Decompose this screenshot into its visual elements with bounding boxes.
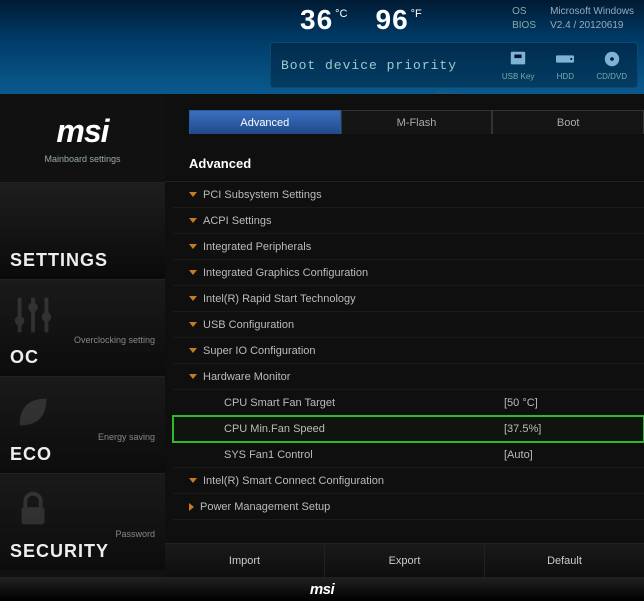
caret-down-icon: [189, 270, 197, 275]
os-value: Microsoft Windows: [550, 5, 634, 19]
temp-f-unit: °F: [411, 8, 422, 20]
brand-tagline: Mainboard settings: [44, 154, 120, 164]
caret-down-icon: [189, 192, 197, 197]
item-power-management[interactable]: Power Management Setup: [173, 494, 644, 520]
sidebar: msi Mainboard settings SETTINGS Overcloc…: [0, 94, 165, 577]
panel-title: Advanced: [189, 156, 644, 171]
caret-down-icon: [189, 374, 197, 379]
main-panel: Advanced M-Flash Boot Advanced PCI Subsy…: [165, 94, 644, 577]
sidebar-item-security[interactable]: Password SECURITY: [0, 473, 165, 570]
bottom-logo: msi: [310, 581, 334, 598]
temp-celsius: 36 °C: [300, 4, 348, 36]
sidebar-label-oc: OC: [10, 347, 155, 368]
item-integrated-peripherals[interactable]: Integrated Peripherals: [173, 234, 644, 260]
disc-icon: [601, 50, 623, 70]
caret-down-icon: [189, 478, 197, 483]
temp-c-value: 36: [300, 4, 333, 36]
boot-device-usb[interactable]: USB Key: [502, 50, 534, 81]
tab-boot[interactable]: Boot: [492, 110, 644, 134]
boot-hdd-label: HDD: [557, 72, 574, 81]
caret-right-icon: [189, 503, 194, 511]
boot-priority-label: Boot device priority: [281, 58, 482, 73]
boot-cd-label: CD/DVD: [596, 72, 627, 81]
tab-advanced[interactable]: Advanced: [189, 110, 341, 134]
top-status-bar: 36 °C 96 °F OS Microsoft Windows BIOS V2…: [0, 0, 644, 94]
default-button[interactable]: Default: [485, 544, 644, 577]
sidebar-item-oc[interactable]: Overclocking setting OC: [0, 279, 165, 376]
item-pci-subsystem[interactable]: PCI Subsystem Settings: [173, 182, 644, 208]
item-usb-config[interactable]: USB Configuration: [173, 312, 644, 338]
temperature-block: 36 °C 96 °F: [300, 4, 422, 36]
bios-version: V2.4 / 20120619: [550, 19, 623, 33]
value-cpu-smart-fan-target: [50 °C]: [504, 397, 584, 409]
usb-icon: [507, 50, 529, 70]
boot-usb-label: USB Key: [502, 72, 534, 81]
boot-priority-bar: Boot device priority USB Key HDD CD/DVD: [270, 42, 638, 88]
import-button[interactable]: Import: [165, 544, 325, 577]
brand-logo: msi: [56, 113, 108, 150]
item-rapid-start[interactable]: Intel(R) Rapid Start Technology: [173, 286, 644, 312]
boot-device-icons: USB Key HDD CD/DVD: [502, 50, 627, 81]
sliders-icon: [10, 292, 56, 343]
sidebar-label-eco: ECO: [10, 444, 155, 465]
system-info: OS Microsoft Windows BIOS V2.4 / 2012061…: [512, 5, 634, 33]
item-sys-fan1-control[interactable]: SYS Fan1 Control[Auto]: [173, 442, 644, 468]
item-hardware-monitor[interactable]: Hardware Monitor: [173, 364, 644, 390]
item-super-io[interactable]: Super IO Configuration: [173, 338, 644, 364]
sidebar-item-eco[interactable]: Energy saving ECO: [0, 376, 165, 473]
sidebar-label-security: SECURITY: [10, 541, 155, 562]
value-sys-fan1-control: [Auto]: [504, 449, 584, 461]
caret-down-icon: [189, 244, 197, 249]
export-button[interactable]: Export: [325, 544, 485, 577]
item-cpu-smart-fan-target[interactable]: CPU Smart Fan Target[50 °C]: [173, 390, 644, 416]
leaf-icon: [10, 389, 56, 440]
temp-f-value: 96: [376, 4, 409, 36]
bios-label: BIOS: [512, 19, 540, 33]
caret-down-icon: [189, 296, 197, 301]
temp-c-unit: °C: [335, 8, 347, 20]
hdd-icon: [554, 50, 576, 70]
value-cpu-min-fan-speed: [37.5%]: [504, 423, 584, 435]
lock-icon: [10, 486, 56, 537]
item-cpu-min-fan-speed[interactable]: CPU Min.Fan Speed[37.5%]: [173, 416, 644, 442]
sidebar-label-settings: SETTINGS: [10, 250, 155, 271]
brand-logo-box: msi Mainboard settings: [0, 94, 165, 182]
item-smart-connect[interactable]: Intel(R) Smart Connect Configuration: [173, 468, 644, 494]
tab-strip: Advanced M-Flash Boot: [189, 110, 644, 138]
caret-down-icon: [189, 348, 197, 353]
item-integrated-graphics[interactable]: Integrated Graphics Configuration: [173, 260, 644, 286]
os-label: OS: [512, 5, 540, 19]
boot-device-hdd[interactable]: HDD: [554, 50, 576, 81]
caret-down-icon: [189, 218, 197, 223]
bottom-brand-bar: msi: [0, 577, 644, 601]
item-acpi-settings[interactable]: ACPI Settings: [173, 208, 644, 234]
settings-list: PCI Subsystem Settings ACPI Settings Int…: [165, 181, 644, 543]
caret-down-icon: [189, 322, 197, 327]
temp-fahrenheit: 96 °F: [376, 4, 422, 36]
tab-mflash[interactable]: M-Flash: [341, 110, 493, 134]
footer-bar: Import Export Default: [165, 543, 644, 577]
boot-device-cd[interactable]: CD/DVD: [596, 50, 627, 81]
sidebar-item-settings[interactable]: SETTINGS: [0, 182, 165, 279]
